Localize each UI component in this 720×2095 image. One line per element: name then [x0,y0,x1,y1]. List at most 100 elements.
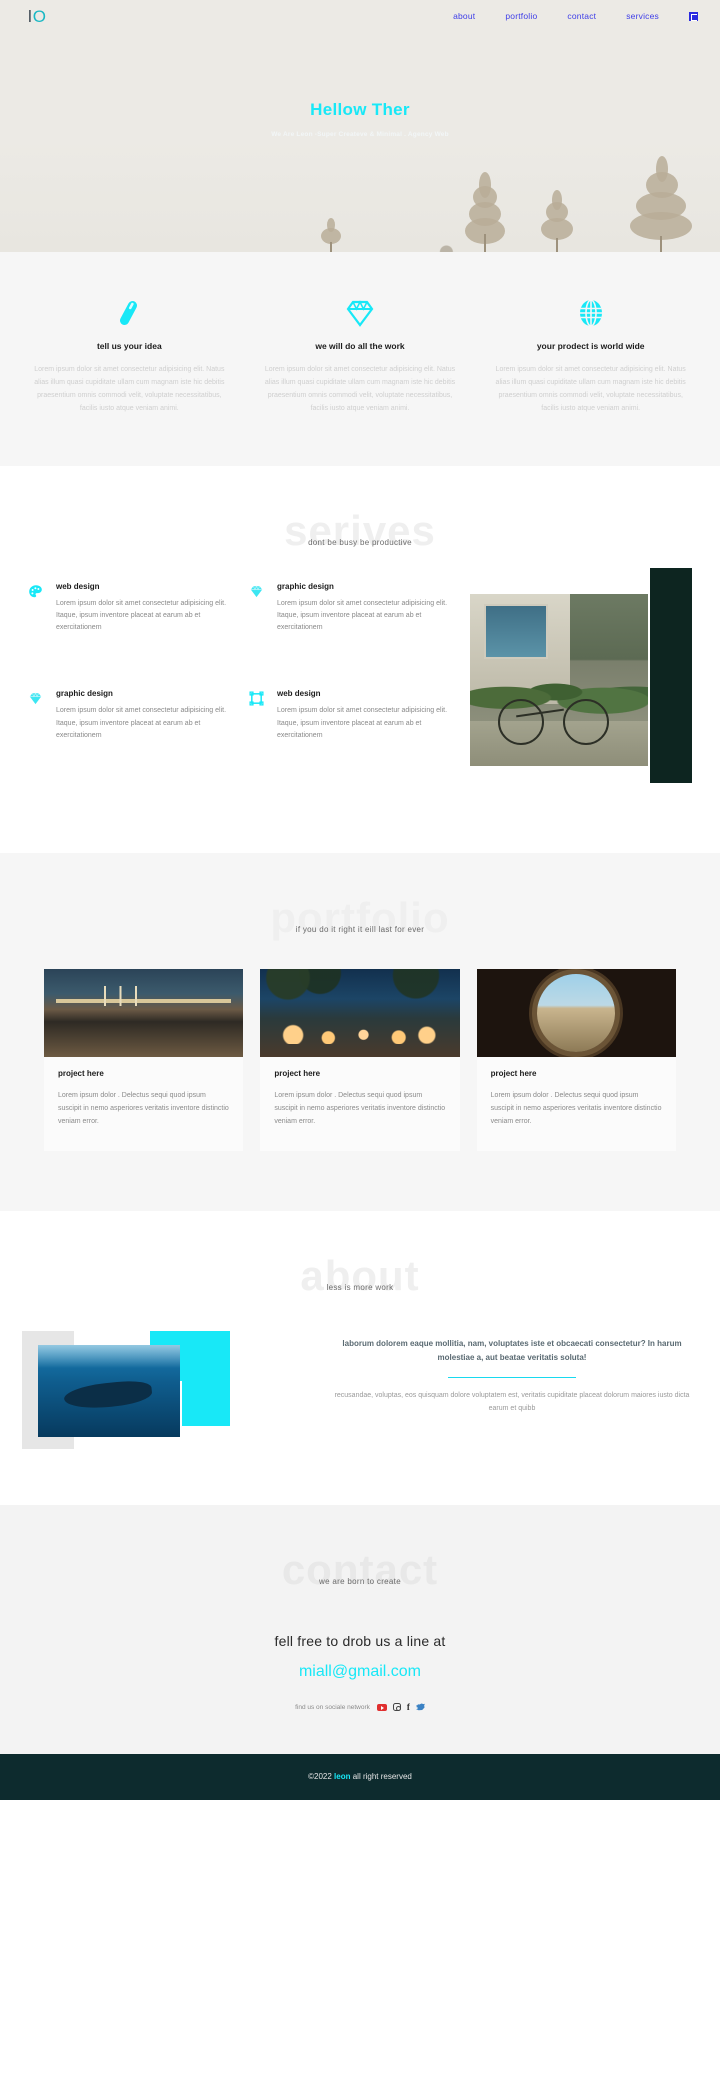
service-title-3: graphic design [56,689,113,699]
about-body-text: recusandae, voluptas, eos quisquam dolor… [334,1392,690,1412]
footer-prefix: ©2022 [308,1772,335,1782]
tree-silhouette-right [630,156,692,252]
feature-card-3: your prodect is world wide Lorem ipsum d… [475,296,706,416]
about-sub-heading: less is more work [326,1282,394,1292]
service-content-4: web design Lorem ipsum dolor sit amet co… [277,689,452,771]
tree-silhouette-left [465,172,505,252]
bridge-night-photo [44,968,244,1057]
about-section: about less is more work laborum dolorem … [0,1210,720,1505]
social-icons: f [376,1702,425,1712]
feature-card-1: tell us your idea Lorem ipsum dolor sit … [14,296,245,416]
feature-title-2: we will do all the work [315,341,405,351]
service-content-2: graphic design Lorem ipsum dolor sit ame… [277,582,452,664]
portfolio-card-body-3: project here Lorem ipsum dolor . Delectu… [477,1057,676,1151]
about-heading-block: about less is more work [0,1251,720,1305]
contact-heading-block: contact we are born to create [0,1545,720,1599]
twitter-icon[interactable] [415,1703,425,1711]
photo-ground [470,721,648,766]
portfolio-card-text-3: Lorem ipsum dolor . Delectus sequi quod … [490,1091,662,1125]
feature-text-3: Lorem ipsum dolor sit amet consectetur a… [495,366,686,412]
bicycle-photo [470,593,648,766]
main-navigation: lO about portfolio contact services [0,0,720,28]
service-item-3[interactable]: graphic design Lorem ipsum dolor sit ame… [28,689,249,797]
service-title-4: web design [277,689,321,699]
social-label: find us on sociale network [295,1703,370,1711]
photo-window [484,604,549,660]
services-body: web design Lorem ipsum dolor sit amet co… [0,567,720,797]
service-title-1: web design [56,581,100,591]
site-footer: ©2022 leon all right reserved [0,1753,720,1800]
portfolio-card-title-2: project here [274,1068,321,1078]
portfolio-cards: project here Lorem ipsum dolor . Delectu… [0,968,720,1151]
tunnel-porthole-photo [476,968,676,1057]
palette-icon [28,582,46,664]
services-section: serives dont be busy be productive web d… [0,465,720,853]
contact-sub-heading: we are born to create [319,1576,401,1586]
feature-title-1: tell us your idea [96,341,162,351]
decorative-dark-panel [650,567,692,783]
beach-candles-photo [260,968,460,1057]
youtube-icon[interactable] [376,1703,387,1711]
service-text-1: Lorem ipsum dolor sit amet consectetur a… [56,599,227,632]
portfolio-card-title-3: project here [490,1068,537,1078]
about-text: laborum dolorem eaque mollitia, nam, vol… [332,1331,692,1451]
about-body: laborum dolorem eaque mollitia, nam, vol… [0,1330,720,1451]
nav-link-services[interactable]: services [626,11,659,21]
portfolio-card-body-1: project here Lorem ipsum dolor . Delectu… [44,1057,243,1151]
portfolio-card-text-1: Lorem ipsum dolor . Delectus sequi quod … [58,1091,229,1125]
services-grid: web design Lorem ipsum dolor sit amet co… [0,582,470,797]
globe-icon [491,296,690,330]
tree-silhouette-small [318,218,344,252]
portfolio-card-title-1: project here [58,1068,104,1078]
services-photo-block [470,567,720,797]
portfolio-section: portfolio if you do it right it eill las… [0,852,720,1211]
site-logo[interactable]: lO [28,8,47,25]
hero-subtitle: We Are Leon -Super Createve & Minimal . … [271,131,449,138]
facebook-icon[interactable]: f [407,1702,410,1712]
portfolio-card-3[interactable]: project here Lorem ipsum dolor . Delectu… [476,968,676,1151]
service-text-3: Lorem ipsum dolor sit amet consectetur a… [56,707,227,739]
hero-section: lO about portfolio contact services Hell… [0,0,720,252]
service-item-4[interactable]: web design Lorem ipsum dolor sit amet co… [249,689,470,797]
feature-text-1: Lorem ipsum dolor sit amet consectetur a… [34,366,225,412]
feature-card-2: we will do all the work Lorem ipsum dolo… [245,296,476,416]
footer-brand: leon [334,1772,351,1782]
portfolio-card-body-2: project here Lorem ipsum dolor . Delectu… [260,1057,459,1151]
social-row: find us on sociale network f [0,1702,720,1712]
hero-content: Hellow Ther We Are Leon -Super Createve … [0,28,720,141]
diamond-icon [261,296,460,330]
about-divider [448,1376,576,1379]
instagram-icon[interactable] [392,1703,401,1712]
photo-bike-wheel-right [562,699,609,746]
service-item-1[interactable]: web design Lorem ipsum dolor sit amet co… [28,582,249,690]
features-section: tell us your idea Lorem ipsum dolor sit … [0,252,720,466]
service-content-3: graphic design Lorem ipsum dolor sit ame… [56,689,231,771]
contact-tagline: fell free to drob us a line at [274,1632,446,1649]
service-item-2[interactable]: graphic design Lorem ipsum dolor sit ame… [249,582,470,690]
services-sub-heading: dont be busy be productive [308,537,412,547]
portfolio-card-1[interactable]: project here Lorem ipsum dolor . Delectu… [44,968,244,1151]
footer-suffix: all right reserved [350,1772,412,1782]
nav-links: about portfolio contact services [453,11,698,21]
nav-link-about[interactable]: about [453,11,475,21]
portfolio-card-2[interactable]: project here Lorem ipsum dolor . Delectu… [260,968,460,1151]
about-visual [22,1330,312,1451]
contact-email-link[interactable]: miall@gmail.com [299,1663,421,1681]
nav-link-contact[interactable]: contact [567,11,596,21]
diamond-icon [28,689,46,771]
service-text-4: Lorem ipsum dolor sit amet consectetur a… [277,707,448,739]
about-lead-text: laborum dolorem eaque mollitia, nam, vol… [342,1338,682,1362]
portfolio-sub-heading: if you do it right it eill last for ever [295,924,425,934]
frame-icon [249,689,267,771]
bicycle-photo-scene [470,593,648,766]
hero-title: Hellow Ther [310,100,410,119]
portfolio-heading-block: portfolio if you do it right it eill las… [0,893,720,947]
service-title-2: graphic design [277,581,334,591]
nav-link-portfolio[interactable]: portfolio [505,11,537,21]
photo-plants [470,662,648,722]
service-text-2: Lorem ipsum dolor sit amet consectetur a… [277,599,448,632]
menu-toggle-icon[interactable] [689,11,698,21]
decorative-cyan-block-2 [182,1380,230,1426]
diamond-icon [249,582,267,664]
services-heading-block: serives dont be busy be productive [0,506,720,560]
